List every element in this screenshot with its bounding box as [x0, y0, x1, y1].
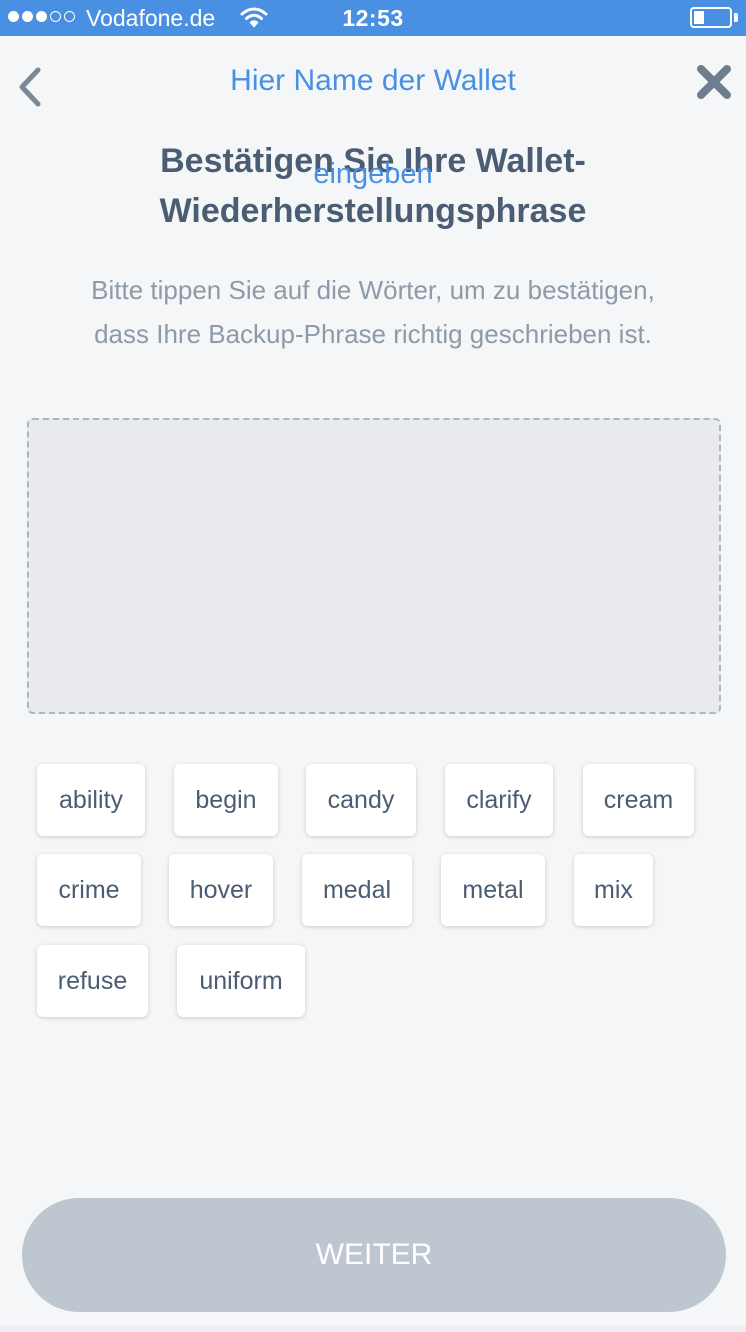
word-chip-refuse[interactable]: refuse — [37, 945, 148, 1017]
instructions-line1: Bitte tippen Sie auf die Wörter, um zu b… — [91, 275, 655, 305]
bottom-edge — [0, 1326, 746, 1332]
chevron-left-icon — [19, 67, 41, 107]
close-icon — [697, 65, 731, 99]
continue-button[interactable]: WEITER — [22, 1198, 726, 1312]
word-chip-ability[interactable]: ability — [37, 764, 145, 836]
word-chip-clarify[interactable]: clarify — [445, 764, 553, 836]
battery-icon — [690, 7, 732, 28]
instructions-text: Bitte tippen Sie auf die Wörter, um zu b… — [40, 268, 706, 356]
status-bar: Vodafone.de 12:53 — [0, 0, 746, 36]
word-chip-medal[interactable]: medal — [302, 854, 412, 926]
word-chip-hover[interactable]: hover — [169, 854, 273, 926]
battery-tip — [734, 13, 738, 22]
clock: 12:53 — [342, 5, 404, 31]
instructions-line2: dass Ihre Backup-Phrase richtig geschrie… — [94, 319, 652, 349]
word-chip-metal[interactable]: metal — [441, 854, 545, 926]
word-chip-crime[interactable]: crime — [37, 854, 141, 926]
word-chip-uniform[interactable]: uniform — [177, 945, 305, 1017]
page-title-line2: Wiederherstellungsphrase — [159, 192, 587, 230]
wallet-name-link-line2[interactable]: eingeben — [200, 156, 546, 192]
word-chip-mix[interactable]: mix — [574, 854, 653, 926]
word-chip-candy[interactable]: candy — [306, 764, 416, 836]
word-chip-cream[interactable]: cream — [583, 764, 694, 836]
word-chip-begin[interactable]: begin — [174, 764, 278, 836]
wallet-name-link[interactable]: Hier Name der Wallet — [120, 62, 626, 100]
close-button[interactable] — [694, 62, 734, 102]
back-button[interactable] — [10, 64, 50, 110]
phrase-drop-zone[interactable] — [27, 418, 721, 714]
